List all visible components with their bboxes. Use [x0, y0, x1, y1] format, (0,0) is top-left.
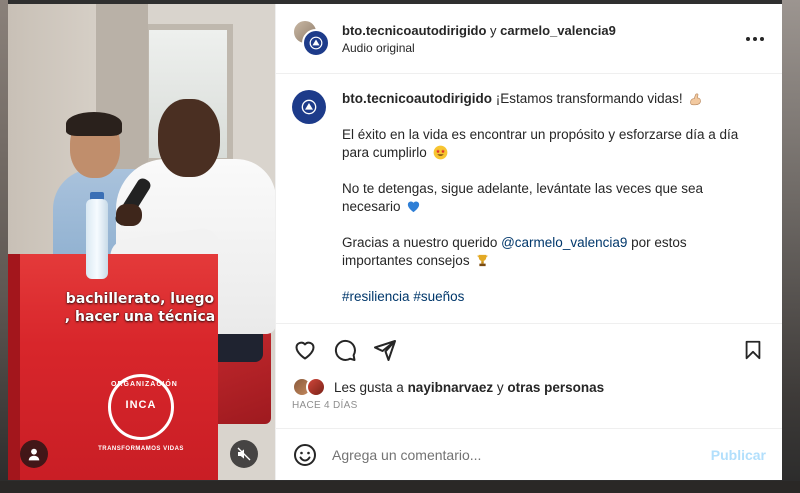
inca-logo-icon	[309, 36, 323, 49]
smiley-icon	[294, 443, 316, 466]
bookmark-icon	[745, 340, 761, 360]
speaker-muted-icon	[237, 447, 251, 461]
save-button[interactable]	[740, 337, 766, 363]
comment-bubble-icon	[334, 339, 356, 361]
backdrop-left-edge	[0, 0, 8, 493]
video-speaker-hand	[116, 204, 142, 226]
comment-input[interactable]	[332, 446, 711, 463]
comment-form: Publicar	[276, 428, 782, 480]
caption-para2: El éxito en la vida es encontrar un prop…	[342, 127, 739, 160]
likers-avatars[interactable]	[292, 377, 330, 397]
more-dot-icon	[760, 37, 764, 41]
flexed-biceps-emoji-icon	[690, 93, 702, 106]
video-speaker-head	[158, 99, 220, 177]
logo-name: INCA	[125, 399, 157, 411]
caption-area[interactable]: bto.tecnicoautodirigido ¡Estamos transfo…	[276, 74, 782, 324]
likes-mid: y	[493, 379, 508, 395]
header-usernames: bto.tecnicoautodirigido y carmelo_valenc…	[342, 22, 616, 40]
more-dot-icon	[753, 37, 757, 41]
publish-button[interactable]: Publicar	[711, 447, 766, 463]
post-header: bto.tecnicoautodirigido y carmelo_valenc…	[276, 4, 782, 74]
audio-link[interactable]: Audio original	[342, 40, 616, 56]
more-options-button[interactable]	[744, 30, 766, 48]
hashtag-link[interactable]: #sueños	[413, 289, 464, 304]
caption-username-link[interactable]: bto.tecnicoautodirigido	[342, 91, 492, 106]
caption-para4-pre: Gracias a nuestro querido	[342, 235, 502, 250]
hashtag-link[interactable]: #resiliencia	[342, 289, 410, 304]
trophy-emoji-icon	[477, 254, 488, 267]
video-subtitle-line2: , hacer una técnica	[64, 309, 216, 325]
likes-prefix: Les gusta a	[334, 379, 408, 395]
caption-para3: No te detengas, sigue adelante, levántat…	[342, 181, 703, 214]
video-person-left-hair	[66, 112, 122, 136]
paper-plane-icon	[374, 340, 396, 361]
reel-video[interactable]: bachillerato, luego , hacer una técnica …	[8, 4, 275, 480]
more-dot-icon	[746, 37, 750, 41]
liker-avatar[interactable]	[306, 377, 326, 397]
likes-text: Les gusta a nayibnarvaez y otras persona…	[334, 380, 604, 395]
logo-tagline: TRANSFORMAMOS VIDAS	[98, 446, 184, 452]
action-bar	[276, 324, 782, 376]
water-bottle	[86, 199, 108, 279]
backdrop-right-edge	[782, 0, 800, 493]
caption-text: bto.tecnicoautodirigido ¡Estamos transfo…	[342, 90, 742, 323]
caption-avatar[interactable]	[292, 90, 326, 124]
header-joiner: y	[486, 22, 501, 38]
user-icon	[28, 448, 40, 461]
video-tablecloth-shade	[8, 254, 20, 480]
star-struck-emoji-icon	[433, 145, 447, 160]
backdrop-bottom-edge	[0, 481, 800, 493]
like-button[interactable]	[292, 337, 318, 363]
post-time[interactable]: HACE 4 DÍAS	[276, 398, 782, 422]
mention-link[interactable]: @carmelo_valencia9	[501, 235, 627, 250]
organizacion-inca-logo: ORGANIZACIÓN INCA	[108, 374, 178, 440]
mute-button[interactable]	[230, 440, 258, 468]
blue-heart-emoji-icon	[408, 201, 420, 213]
collab-avatars[interactable]	[292, 18, 332, 59]
inca-logo-icon	[301, 99, 317, 115]
emoji-picker-button[interactable]	[292, 442, 318, 468]
video-subtitle-line1: bachillerato, luego	[65, 291, 215, 307]
video-subtitle: bachillerato, luego , hacer una técnica	[60, 290, 220, 326]
post-modal: bachillerato, luego , hacer una técnica …	[8, 4, 782, 480]
avatar-bto[interactable]	[302, 28, 330, 57]
header-user1-link[interactable]: bto.tecnicoautodirigido	[342, 23, 486, 38]
liker-username-link[interactable]: nayibnarvaez	[408, 380, 494, 395]
logo-arc-text: ORGANIZACIÓN	[111, 381, 178, 388]
heart-icon	[295, 341, 315, 360]
caption-line1: ¡Estamos transformando vidas!	[495, 91, 683, 106]
tagged-users-button[interactable]	[20, 440, 48, 468]
comment-button[interactable]	[332, 337, 358, 363]
header-user2-link[interactable]: carmelo_valencia9	[500, 23, 616, 38]
likes-row: Les gusta a nayibnarvaez y otras persona…	[276, 376, 782, 398]
other-likers-link[interactable]: otras personas	[507, 380, 604, 395]
post-panel: bto.tecnicoautodirigido y carmelo_valenc…	[275, 4, 782, 480]
share-button[interactable]	[372, 337, 398, 363]
